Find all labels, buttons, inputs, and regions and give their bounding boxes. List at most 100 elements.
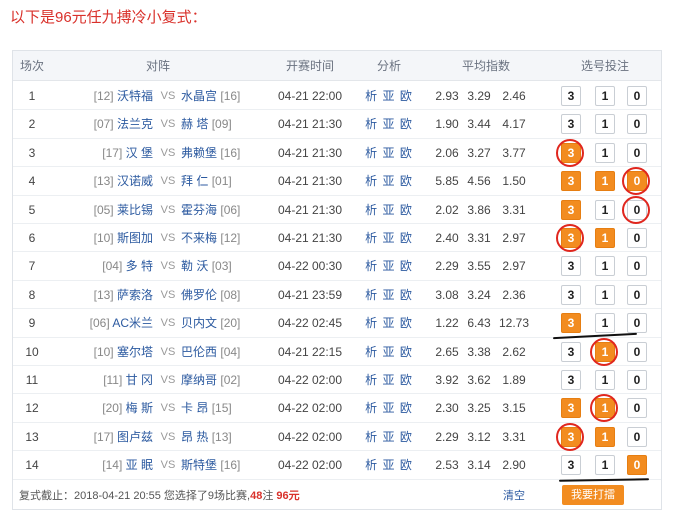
- away-team[interactable]: 卡 昂 [15]: [181, 394, 281, 422]
- odds-loss: 2.62: [502, 344, 526, 359]
- round-number: 9: [28, 316, 36, 331]
- pick-0-button[interactable]: 0: [627, 426, 647, 447]
- pick-3-button[interactable]: 3: [561, 284, 581, 305]
- average-odds: 2.29 3.55 2.97: [431, 252, 551, 280]
- analysis-links[interactable]: 析 亚 欧: [359, 82, 419, 110]
- analysis-links[interactable]: 析 亚 欧: [359, 451, 419, 479]
- pick-1-button[interactable]: 1: [595, 370, 615, 390]
- pick-3-button[interactable]: 3: [561, 426, 581, 447]
- away-team[interactable]: 巴伦西 [04]: [181, 338, 281, 366]
- home-team[interactable]: [07] 法兰克: [53, 110, 153, 138]
- away-team[interactable]: 贝内文 [20]: [181, 309, 281, 337]
- home-team[interactable]: [12] 沃特福: [53, 82, 153, 110]
- pick-0-button[interactable]: 0: [627, 114, 647, 135]
- pick-0-button[interactable]: 0: [627, 370, 647, 390]
- home-rank: [06]: [89, 316, 110, 331]
- pick-0-button[interactable]: 0: [627, 228, 647, 248]
- analysis-links[interactable]: 析 亚 欧: [359, 394, 419, 422]
- pick-1-button[interactable]: 1: [595, 426, 615, 447]
- pick-3-button[interactable]: 3: [561, 142, 581, 163]
- pick-3-button[interactable]: 3: [561, 313, 581, 334]
- analysis-links[interactable]: 析 亚 欧: [359, 139, 419, 167]
- pick-0-button[interactable]: 0: [627, 313, 647, 334]
- pick-3-button[interactable]: 3: [561, 114, 581, 135]
- away-team[interactable]: 不来梅 [12]: [181, 224, 281, 252]
- away-team[interactable]: 拜 仁 [01]: [181, 167, 281, 195]
- home-team[interactable]: [06] AC米兰: [53, 309, 153, 337]
- home-team[interactable]: [13] 萨索洛: [53, 281, 153, 309]
- pick-1-button[interactable]: 1: [595, 142, 615, 163]
- analysis-links[interactable]: 析 亚 欧: [359, 338, 419, 366]
- pick-0-button[interactable]: 0: [627, 142, 647, 163]
- analysis-links[interactable]: 析 亚 欧: [359, 224, 419, 252]
- home-team[interactable]: [13] 汉诺威: [53, 167, 153, 195]
- away-team[interactable]: 水晶宫 [16]: [181, 82, 281, 110]
- average-odds: 2.02 3.86 3.31: [431, 196, 551, 224]
- away-team[interactable]: 勒 沃 [03]: [181, 252, 281, 280]
- pick-1-button[interactable]: 1: [595, 455, 615, 476]
- pick-3-button[interactable]: 3: [561, 256, 581, 277]
- away-team[interactable]: 昂 热 [13]: [181, 423, 281, 451]
- away-team[interactable]: 斯特堡 [16]: [181, 451, 281, 479]
- away-name: 赫 塔: [181, 117, 209, 132]
- submit-button[interactable]: 我要打擂: [562, 485, 624, 505]
- pick-1-button[interactable]: 1: [595, 398, 615, 419]
- pick-3-button[interactable]: 3: [561, 455, 581, 476]
- analysis-links[interactable]: 析 亚 欧: [359, 309, 419, 337]
- pick-1-button[interactable]: 1: [595, 284, 615, 305]
- round-number: 12: [25, 401, 39, 416]
- analysis-links[interactable]: 析 亚 欧: [359, 423, 419, 451]
- home-team[interactable]: [11] 甘 冈: [53, 366, 153, 394]
- away-team[interactable]: 霍芬海 [06]: [181, 196, 281, 224]
- pick-0-button[interactable]: 0: [627, 284, 647, 305]
- pick-1-button[interactable]: 1: [595, 86, 615, 106]
- pick-3-button[interactable]: 3: [561, 86, 581, 106]
- home-team[interactable]: [14] 亚 眠: [53, 451, 153, 479]
- analysis-links[interactable]: 析 亚 欧: [359, 110, 419, 138]
- pick-0-button[interactable]: 0: [627, 398, 647, 419]
- home-team[interactable]: [17] 汉 堡: [53, 139, 153, 167]
- pick-3-button[interactable]: 3: [561, 398, 581, 419]
- pick-0-button[interactable]: 0: [627, 86, 647, 106]
- odds-draw: 3.25: [467, 401, 491, 416]
- pick-1-button[interactable]: 1: [595, 199, 615, 220]
- analysis-links[interactable]: 析 亚 欧: [359, 366, 419, 394]
- home-team[interactable]: [04] 多 特: [53, 252, 153, 280]
- home-team[interactable]: [05] 莱比锡: [53, 196, 153, 224]
- pick-1-button[interactable]: 1: [595, 171, 615, 192]
- analysis-links[interactable]: 析 亚 欧: [359, 281, 419, 309]
- away-team[interactable]: 赫 塔 [09]: [181, 110, 281, 138]
- vs-label: VS: [160, 203, 176, 216]
- pick-1-button[interactable]: 1: [595, 313, 615, 334]
- pick-0-button[interactable]: 0: [627, 171, 647, 192]
- pick-3-button[interactable]: 3: [561, 199, 581, 220]
- analysis-links[interactable]: 析 亚 欧: [359, 252, 419, 280]
- home-team[interactable]: [10] 斯图加: [53, 224, 153, 252]
- pick-0-button[interactable]: 0: [627, 256, 647, 277]
- pick-3-button[interactable]: 3: [561, 370, 581, 390]
- home-name: 甘 冈: [125, 373, 153, 387]
- home-team[interactable]: [17] 图卢兹: [53, 423, 153, 451]
- pick-1-button[interactable]: 1: [595, 341, 615, 362]
- away-team[interactable]: 佛罗伦 [08]: [181, 281, 281, 309]
- analysis-links[interactable]: 析 亚 欧: [359, 196, 419, 224]
- pick-3-button[interactable]: 3: [561, 341, 581, 362]
- away-team[interactable]: 摩纳哥 [02]: [181, 366, 281, 394]
- away-rank: [20]: [220, 316, 241, 331]
- analysis-links[interactable]: 析 亚 欧: [359, 167, 419, 195]
- pick-3-button[interactable]: 3: [561, 228, 581, 248]
- vs-label: VS: [160, 345, 176, 358]
- home-team[interactable]: [20] 梅 斯: [53, 394, 153, 422]
- clear-link[interactable]: 清空: [503, 487, 525, 503]
- home-team[interactable]: [10] 塞尔塔: [53, 338, 153, 366]
- average-odds: 2.93 3.29 2.46: [431, 82, 551, 110]
- pick-0-button[interactable]: 0: [627, 199, 647, 220]
- pick-1-button[interactable]: 1: [595, 228, 615, 248]
- pick-0-button[interactable]: 0: [627, 455, 647, 476]
- pick-0-button[interactable]: 0: [627, 341, 647, 362]
- away-team[interactable]: 弗赖堡 [16]: [181, 139, 281, 167]
- pick-1-button[interactable]: 1: [595, 114, 615, 135]
- away-rank: [08]: [220, 287, 241, 302]
- pick-1-button[interactable]: 1: [595, 256, 615, 277]
- pick-3-button[interactable]: 3: [561, 171, 581, 192]
